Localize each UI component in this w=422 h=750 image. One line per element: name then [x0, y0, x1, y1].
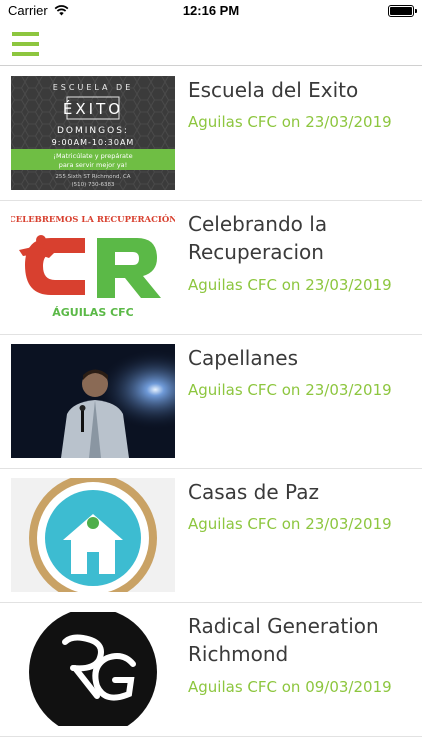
thumb-text-line7: 255 Sixth ST Richmond, CA: [55, 174, 130, 180]
thumb-text-line4: 9:00AM-10:30AM: [52, 138, 135, 147]
casas-de-paz-thumbnail: [11, 478, 175, 592]
navigation-bar: [0, 22, 422, 66]
list-item[interactable]: CELEBREMOS LA RECUPERACIÓN ÁGUILAS CFC C…: [0, 200, 422, 335]
list-item[interactable]: Casas de Paz Aguilas CFC on 23/03/2019: [0, 468, 422, 603]
status-time: 12:16 PM: [182, 3, 240, 18]
item-title: Celebrando la Recuperacion: [188, 212, 328, 264]
item-meta: Aguilas CFC on 23/03/2019: [188, 381, 392, 399]
status-bar: Carrier 12:16 PM: [0, 0, 422, 22]
escuela-exito-thumbnail: ESCUELA DE ÉXITO DOMINGOS: 9:00AM-10:30A…: [11, 76, 175, 190]
thumb-text-line3: DOMINGOS:: [57, 126, 129, 136]
item-title: Escuela del Exito: [188, 78, 359, 102]
thumb-text-line6: para servir mejor ya!: [59, 161, 128, 169]
capellanes-thumbnail: [11, 344, 175, 458]
battery-icon: [388, 5, 417, 17]
item-meta: Aguilas CFC on 23/03/2019: [188, 113, 392, 131]
list-item[interactable]: ESCUELA DE ÉXITO DOMINGOS: 9:00AM-10:30A…: [0, 66, 422, 201]
item-meta: Aguilas CFC on 23/03/2019: [188, 515, 392, 533]
thumb-text-line8: (510) 730-6383: [71, 182, 115, 188]
thumb-caption: ÁGUILAS CFC: [52, 306, 134, 319]
item-title: Casas de Paz: [188, 480, 319, 504]
thumb-text-line5: ¡Matricúlate y prepárate: [53, 152, 132, 160]
thumb-text-line1: ESCUELA DE: [53, 83, 134, 92]
radical-generation-thumbnail: [11, 612, 175, 726]
hamburger-menu-icon[interactable]: [12, 32, 40, 56]
item-meta: Aguilas CFC on 09/03/2019: [188, 678, 392, 696]
list-item[interactable]: Capellanes Aguilas CFC on 23/03/2019: [0, 334, 422, 469]
item-meta: Aguilas CFC on 23/03/2019: [188, 276, 392, 294]
item-title: Radical Generation Richmond: [188, 614, 379, 666]
celebrando-recuperacion-thumbnail: CELEBREMOS LA RECUPERACIÓN ÁGUILAS CFC: [11, 210, 175, 324]
thumb-text-line2: ÉXITO: [63, 99, 123, 118]
thumb-banner-text: CELEBREMOS LA RECUPERACIÓN: [11, 213, 175, 225]
list-item[interactable]: Radical Generation Richmond Aguilas CFC …: [0, 602, 422, 737]
item-title: Capellanes: [188, 346, 298, 370]
